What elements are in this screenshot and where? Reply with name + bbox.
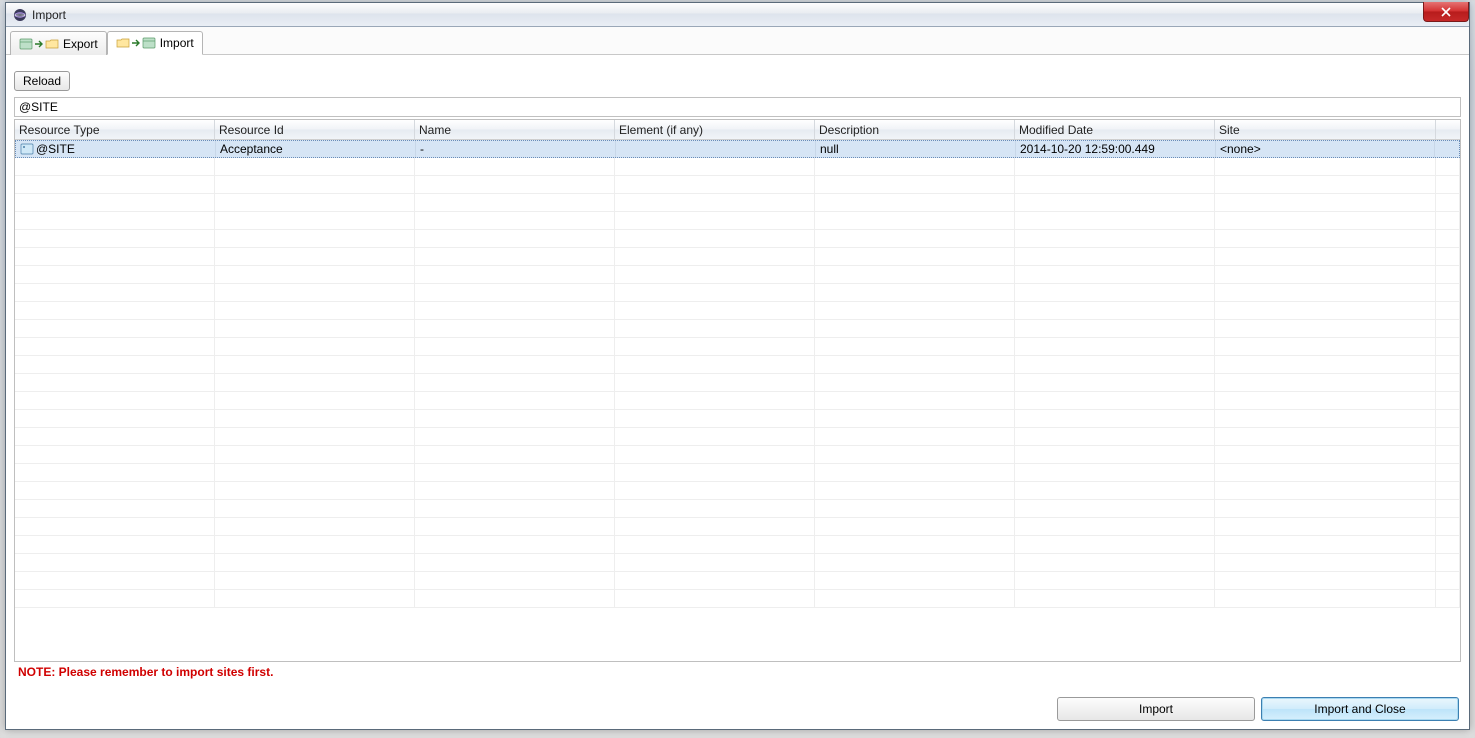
- db-icon: [142, 36, 156, 50]
- empty-row: [15, 338, 1460, 356]
- table-row[interactable]: @SITE Acceptance - null 2014-10-20 12:59…: [15, 140, 1460, 158]
- col-resource-type[interactable]: Resource Type: [15, 120, 215, 139]
- content-area: Reload @SITE Resource Type Resource Id N…: [6, 55, 1469, 729]
- empty-row: [15, 284, 1460, 302]
- tabstrip: Export Import: [6, 27, 1469, 55]
- empty-row: [15, 176, 1460, 194]
- folder-icon: [45, 37, 59, 51]
- titlebar[interactable]: Import: [6, 3, 1469, 27]
- col-site[interactable]: Site: [1215, 120, 1436, 139]
- eclipse-icon: [12, 7, 28, 23]
- empty-row: [15, 410, 1460, 428]
- col-name[interactable]: Name: [415, 120, 615, 139]
- cell-resource-id: Acceptance: [216, 141, 416, 157]
- arrow-right-icon: [34, 39, 44, 49]
- import-tab-label: Import: [160, 36, 194, 50]
- table-body: @SITE Acceptance - null 2014-10-20 12:59…: [15, 140, 1460, 661]
- col-modified-date[interactable]: Modified Date: [1015, 120, 1215, 139]
- cell-site: <none>: [1216, 141, 1435, 157]
- import-and-close-button[interactable]: Import and Close: [1261, 697, 1459, 721]
- export-tab-icons: [19, 37, 59, 51]
- empty-row: [15, 392, 1460, 410]
- empty-row: [15, 248, 1460, 266]
- empty-row: [15, 158, 1460, 176]
- db-icon: [19, 37, 33, 51]
- tab-import[interactable]: Import: [107, 31, 203, 55]
- close-button[interactable]: [1423, 2, 1469, 22]
- import-tab-icons: [116, 36, 156, 50]
- empty-row: [15, 374, 1460, 392]
- empty-row: [15, 266, 1460, 284]
- cell-resource-type: @SITE: [16, 141, 216, 157]
- empty-row: [15, 230, 1460, 248]
- col-resource-id[interactable]: Resource Id: [215, 120, 415, 139]
- folder-icon: [116, 36, 130, 50]
- col-description[interactable]: Description: [815, 120, 1015, 139]
- window-title: Import: [32, 8, 66, 22]
- empty-row: [15, 518, 1460, 536]
- arrow-right-icon: [131, 38, 141, 48]
- footer: Import Import and Close: [6, 689, 1469, 729]
- cell-resource-type-text: @SITE: [36, 142, 75, 156]
- filter-text: @SITE: [19, 100, 58, 114]
- col-scrollspacer: [1436, 120, 1460, 139]
- table-header-row: Resource Type Resource Id Name Element (…: [15, 120, 1460, 140]
- reload-button[interactable]: Reload: [14, 71, 70, 91]
- empty-row: [15, 464, 1460, 482]
- cell-name: -: [416, 141, 616, 157]
- empty-row: [15, 536, 1460, 554]
- close-icon: [1441, 7, 1451, 17]
- note-text: NOTE: Please remember to import sites fi…: [14, 662, 1461, 685]
- filter-field[interactable]: @SITE: [14, 97, 1461, 117]
- export-tab-label: Export: [63, 37, 98, 51]
- empty-row: [15, 482, 1460, 500]
- empty-row: [15, 554, 1460, 572]
- empty-row: [15, 356, 1460, 374]
- cell-modified-date: 2014-10-20 12:59:00.449: [1016, 141, 1216, 157]
- resource-table: Resource Type Resource Id Name Element (…: [14, 119, 1461, 662]
- empty-row: [15, 428, 1460, 446]
- empty-row: [15, 212, 1460, 230]
- col-element[interactable]: Element (if any): [615, 120, 815, 139]
- import-dialog: Import Export: [5, 2, 1470, 730]
- empty-row: [15, 500, 1460, 518]
- empty-row: [15, 302, 1460, 320]
- empty-row: [15, 320, 1460, 338]
- empty-row: [15, 572, 1460, 590]
- tab-export[interactable]: Export: [10, 31, 107, 55]
- empty-row: [15, 194, 1460, 212]
- resource-icon: [20, 142, 34, 156]
- cell-description: null: [816, 141, 1016, 157]
- cell-element: [616, 141, 816, 157]
- import-button[interactable]: Import: [1057, 697, 1255, 721]
- empty-row: [15, 446, 1460, 464]
- empty-row: [15, 590, 1460, 608]
